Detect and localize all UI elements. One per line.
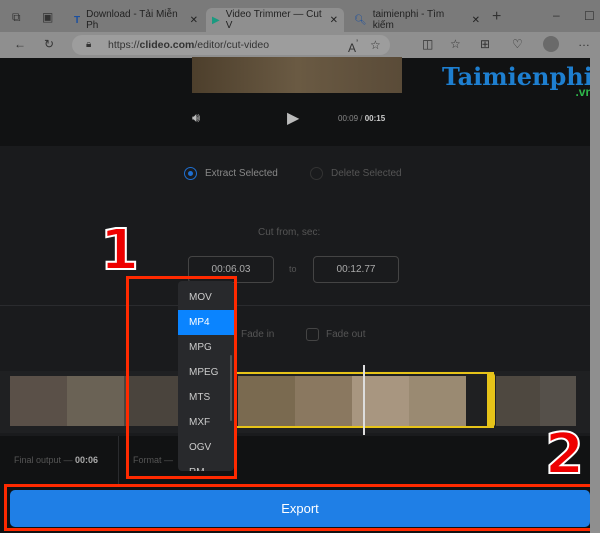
close-icon[interactable]: ✕ [190, 15, 198, 26]
to-label: to [289, 264, 297, 274]
watermark-brand: Taimienphi [442, 62, 593, 91]
split-screen-icon[interactable]: ◫ [422, 37, 433, 51]
collections-icon[interactable]: ⊞ [480, 37, 490, 51]
delete-label: Delete Selected [331, 168, 402, 179]
avatar[interactable] [543, 36, 559, 52]
radio-checked[interactable] [184, 167, 197, 180]
favorite-star-icon[interactable]: ☆ [370, 35, 381, 55]
tab-label: Video Trimmer — Cut V [225, 9, 322, 31]
volume-icon[interactable]: 🔊︎ [192, 110, 200, 126]
fade-out-checkbox[interactable]: Fade out [306, 328, 365, 341]
play-button[interactable]: ▶ [287, 108, 299, 128]
url-path: /editor/cut-video [194, 39, 270, 51]
annotation-number-1: 1 [99, 217, 140, 284]
extract-label: Extract Selected [205, 168, 278, 179]
refresh-icon[interactable]: ↻ [44, 37, 54, 51]
thumbnail [540, 376, 576, 426]
favorites-icon[interactable]: ☆ [450, 37, 461, 51]
divider [0, 305, 590, 306]
page-scrollbar[interactable] [590, 58, 600, 533]
thumbnail [10, 376, 67, 426]
tab-bar: ⧉ ▣ T Download - Tải Miễn Ph ✕ ▶ Video Trim… [0, 0, 600, 32]
fade-in-label: Fade in [241, 329, 275, 340]
annotation-box-1 [126, 276, 237, 479]
close-icon[interactable]: ✕ [330, 15, 338, 26]
playback-time: 00:09 / 00:15 [338, 114, 385, 123]
maximize-button[interactable]: ☐ [584, 9, 595, 23]
url-input[interactable]: 🔒︎ https://clideo.com/editor/cut-video A… [72, 35, 390, 55]
watermark-logo: Taimienphi .vn [442, 62, 593, 99]
time-separator: / [360, 114, 363, 123]
radio-unchecked[interactable] [310, 167, 323, 180]
workspaces-icon[interactable]: ⧉ [12, 10, 21, 25]
minimize-button[interactable]: – [553, 8, 560, 22]
tab-actions-icon[interactable]: ▣ [42, 10, 53, 24]
browser-essentials-icon[interactable]: ♡ [512, 37, 523, 51]
final-output: Final output — 00:06 [14, 455, 98, 465]
playhead[interactable] [363, 365, 365, 435]
site-icon: T [74, 14, 81, 26]
annotation-box-2 [4, 484, 595, 531]
selection-range[interactable] [236, 372, 494, 428]
extract-selected-radio[interactable]: Extract Selected [184, 167, 278, 180]
fade-out-label: Fade out [326, 329, 366, 340]
read-aloud-icon[interactable]: Aʼ [348, 35, 358, 58]
clideo-icon: ▶ [212, 14, 220, 26]
tab-label: taimienphi - Tìm kiếm [372, 9, 445, 31]
trim-handle-right[interactable] [487, 373, 495, 427]
tab-search[interactable]: 🔍︎ taimienphi - Tìm kiếm ✕ [348, 8, 486, 32]
lock-icon: 🔒︎ [86, 39, 92, 50]
search-icon: 🔍︎ [354, 14, 367, 26]
video-preview[interactable] [192, 57, 402, 93]
close-icon[interactable]: ✕ [472, 15, 480, 26]
cut-to-input[interactable]: 00:12.77 [313, 256, 399, 283]
divider [118, 436, 119, 484]
thumbnail [67, 376, 124, 426]
delete-selected-radio[interactable]: Delete Selected [310, 167, 402, 180]
url-prefix: https:// [108, 39, 140, 51]
final-output-label: Final output — [14, 455, 73, 465]
cut-from-label: Cut from, sec: [258, 227, 321, 238]
annotation-number-2: 2 [544, 421, 585, 488]
more-icon[interactable]: … [578, 35, 590, 49]
duration: 00:15 [364, 114, 386, 123]
tab-label: Download - Tải Miễn Ph [86, 9, 178, 31]
new-tab-button[interactable]: + [492, 8, 501, 26]
current-time: 00:09 [338, 114, 359, 123]
back-icon[interactable]: ← [14, 37, 26, 51]
tab-download[interactable]: T Download - Tải Miễn Ph ✕ [68, 8, 204, 32]
checkbox[interactable] [306, 328, 319, 341]
url-domain: clideo.com [139, 39, 195, 51]
tab-video-trimmer[interactable]: ▶ Video Trimmer — Cut V ✕ [206, 8, 344, 32]
final-output-value: 00:06 [75, 455, 99, 465]
